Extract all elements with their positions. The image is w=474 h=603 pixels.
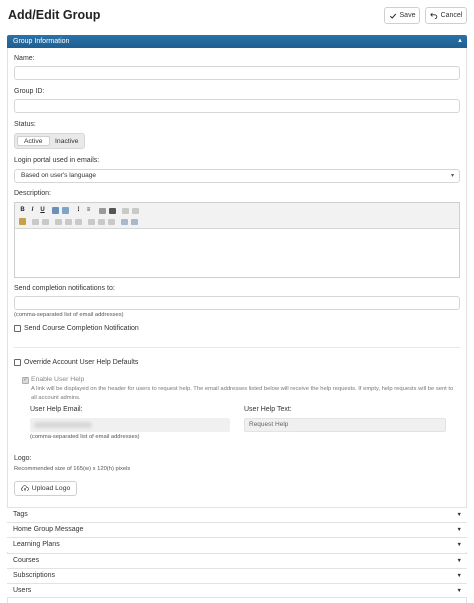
cloud-upload-icon (20, 485, 29, 492)
login-portal-value: Based on user's language (21, 172, 96, 179)
user-help-text-label: User Help Text: (244, 406, 292, 413)
section-courses[interactable]: Courses ▼ (7, 553, 467, 568)
send-completion-label: Send completion notifications to: (14, 285, 115, 292)
user-help-email-label: User Help Email: (30, 406, 83, 413)
user-help-text-input[interactable]: Request Help (244, 418, 446, 432)
name-input[interactable] (14, 66, 460, 80)
redacted-email (34, 422, 92, 428)
group-id-label: Group ID: (14, 88, 45, 95)
cell-props-icon[interactable] (108, 219, 115, 225)
status-toggle[interactable]: Active Inactive (14, 133, 85, 149)
group-information-header[interactable]: Group Information ▲ (7, 35, 467, 48)
logo-label: Logo: (14, 455, 32, 462)
page-header: Add/Edit Group Save Cancel (0, 0, 474, 32)
save-button[interactable]: Save (384, 7, 420, 24)
section-home-group-message-label: Home Group Message (13, 526, 84, 533)
logo-hint: Recommended size of 165(w) x 120(h) pixe… (14, 466, 131, 472)
override-help-checkbox[interactable] (14, 359, 21, 366)
link-icon[interactable] (122, 208, 129, 214)
source-icon[interactable] (121, 219, 128, 225)
override-help-label: Override Account User Help Defaults (24, 359, 139, 366)
indent-icon[interactable] (109, 208, 116, 214)
expand-icon: ▼ (456, 542, 462, 548)
preview-icon[interactable] (131, 219, 138, 225)
user-help-email-input[interactable] (30, 418, 230, 432)
page-title: Add/Edit Group (8, 8, 101, 22)
italic-icon[interactable]: I (29, 207, 36, 214)
section-subscriptions-label: Subscriptions (13, 572, 56, 579)
underline-icon[interactable]: U (39, 207, 46, 214)
bullet-list-icon[interactable]: ≡ (85, 207, 92, 214)
cancel-button[interactable]: Cancel (425, 7, 467, 24)
expand-icon: ▼ (456, 588, 462, 594)
status-active-option[interactable]: Active (17, 136, 50, 146)
status-inactive-option[interactable]: Inactive (52, 136, 83, 146)
description-label: Description: (14, 190, 51, 197)
delete-column-icon[interactable] (98, 219, 105, 225)
login-portal-label: Login portal used in emails: (14, 157, 100, 164)
chevron-down-icon: ▾ (450, 173, 454, 179)
undo-icon (429, 12, 437, 19)
enable-help-checkbox[interactable] (22, 376, 29, 384)
section-tags-label: Tags (13, 511, 28, 518)
row-icon[interactable] (42, 219, 49, 225)
divider (14, 347, 460, 348)
save-button-label: Save (399, 12, 416, 19)
section-courses-label: Courses (13, 557, 40, 564)
section-users[interactable]: Users ▼ (7, 583, 467, 598)
description-editor[interactable]: B I U ⋮ ≡ (14, 202, 460, 278)
section-users-label: Users (13, 587, 32, 594)
send-course-completion-label: Send Course Completion Notification (24, 325, 139, 332)
bold-icon[interactable]: B (19, 207, 26, 214)
section-home-group-message[interactable]: Home Group Message ▼ (7, 522, 467, 537)
status-label: Status: (14, 121, 36, 128)
upload-logo-button[interactable]: Upload Logo (14, 481, 77, 496)
group-id-input[interactable] (14, 99, 460, 113)
upload-logo-label: Upload Logo (31, 485, 71, 492)
cancel-button-label: Cancel (440, 12, 463, 19)
numbered-list-icon[interactable]: ⋮ (75, 207, 82, 214)
section-tags[interactable]: Tags ▼ (7, 507, 467, 522)
panel-title: Group Information (13, 38, 70, 45)
send-completion-input[interactable] (14, 296, 460, 310)
split-icon[interactable] (75, 219, 82, 225)
user-help-email-hint: (comma-separated list of email addresses… (30, 434, 140, 440)
expand-icon: ▼ (456, 573, 462, 579)
section-learning-plans-label: Learning Plans (13, 541, 60, 548)
outdent-icon[interactable] (99, 208, 106, 214)
expand-icon: ▼ (456, 512, 462, 518)
image-icon[interactable] (52, 207, 59, 214)
section-subscriptions[interactable]: Subscriptions ▼ (7, 568, 467, 583)
merge-icon[interactable] (65, 219, 72, 225)
enable-help-label: Enable User Help (31, 376, 85, 383)
name-label: Name: (14, 55, 35, 62)
send-course-completion-checkbox[interactable] (14, 325, 21, 332)
paste-icon[interactable] (19, 218, 26, 225)
login-portal-select[interactable]: Based on user's language ▾ (14, 169, 460, 183)
delete-row-icon[interactable] (88, 219, 95, 225)
editor-toolbar: B I U ⋮ ≡ (15, 203, 459, 229)
collapse-icon[interactable]: ▲ (457, 35, 463, 48)
column-icon[interactable] (55, 219, 62, 225)
section-learning-plans[interactable]: Learning Plans ▼ (7, 537, 467, 552)
expand-icon: ▼ (456, 558, 462, 564)
unlink-icon[interactable] (132, 208, 139, 214)
send-completion-hint: (comma-separated list of email addresses… (14, 312, 124, 318)
expand-icon: ▼ (456, 527, 462, 533)
eraser-icon[interactable] (62, 207, 69, 214)
table-icon[interactable] (32, 219, 39, 225)
check-icon (389, 13, 396, 19)
enable-help-description: A link will be displayed on the header f… (31, 386, 454, 401)
